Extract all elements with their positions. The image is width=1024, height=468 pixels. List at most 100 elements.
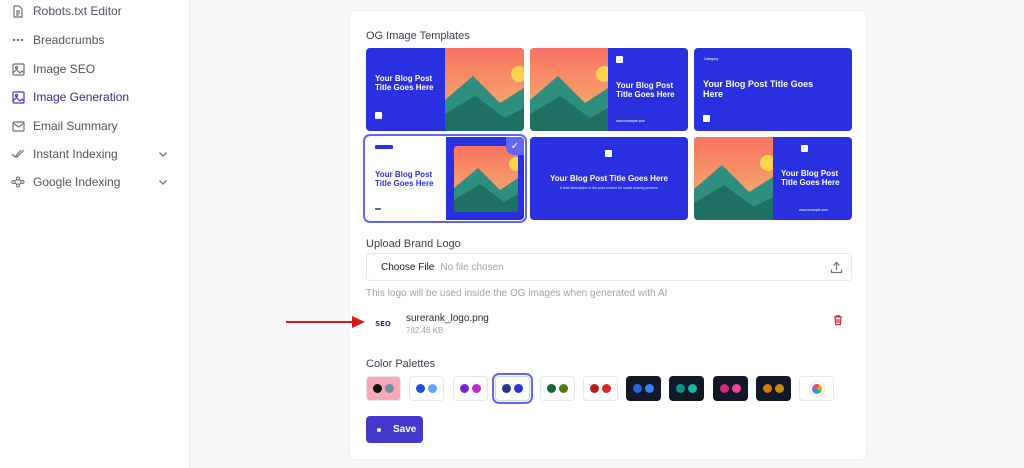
- sidebar-item-breadcrumbs[interactable]: Breadcrumbs: [11, 29, 181, 51]
- upload-logo-label: Upload Brand Logo: [366, 238, 461, 250]
- og-template-6[interactable]: Your Blog Post Title Goes Here www.examp…: [694, 137, 852, 220]
- mail-icon: [11, 119, 25, 133]
- sidebar-item-image-seo[interactable]: Image SEO: [11, 58, 181, 80]
- brand-logo-placeholder: [616, 56, 623, 63]
- color-palette-option[interactable]: [713, 376, 748, 401]
- upload-hint: This logo will be used inside the OG ima…: [366, 288, 668, 299]
- palette-color-dot: [559, 384, 568, 393]
- template-title: Your Blog Post Title Goes Here: [616, 81, 675, 99]
- palette-color-dot: [428, 384, 437, 393]
- sidebar-item-label: Email Summary: [33, 119, 118, 133]
- category-badge: [375, 145, 393, 149]
- image-icon: [11, 62, 25, 76]
- palette-color-dot: [645, 384, 654, 393]
- template-title: Your Blog Post Title Goes Here: [375, 170, 434, 188]
- sidebar-item-image-generation[interactable]: Image Generation: [11, 86, 181, 108]
- brand-logo-placeholder: [375, 112, 382, 119]
- landscape-image: [530, 48, 608, 131]
- sidebar-item-instant-indexing[interactable]: Instant Indexing: [11, 143, 181, 165]
- color-palette-option[interactable]: [756, 376, 791, 401]
- palette-color-dot: [602, 384, 611, 393]
- palette-color-dot: [385, 384, 394, 393]
- color-wheel-icon: [809, 381, 824, 396]
- dots-icon: [11, 33, 25, 47]
- logo-thumbnail-text: SEO: [375, 320, 391, 328]
- sidebar: Robots.txt Editor Breadcrumbs Image SEO …: [0, 0, 190, 468]
- logo-thumbnail: SEO: [372, 313, 394, 335]
- brand-logo-placeholder: [703, 115, 710, 122]
- sidebar-item-label: Image Generation: [33, 90, 130, 104]
- save-button-label: Save: [393, 424, 417, 435]
- template-title: Your Blog Post Title Goes Here: [550, 174, 668, 183]
- template-title: Your Blog Post Title Goes Here: [703, 79, 814, 99]
- color-palette-option[interactable]: [492, 373, 533, 404]
- palette-color-dot: [676, 384, 685, 393]
- custom-color-picker-button[interactable]: [799, 376, 834, 401]
- palette-color-dot: [472, 384, 481, 393]
- color-palette-option[interactable]: [583, 376, 618, 401]
- network-icon: [11, 175, 25, 189]
- og-template-5[interactable]: Your Blog Post Title Goes Here A brief d…: [530, 137, 688, 220]
- image-generation-card: OG Image Templates Your Blog Post Title …: [349, 10, 867, 460]
- template-description: A brief description of the post content …: [559, 186, 659, 190]
- no-file-text: No file chosen: [440, 261, 504, 273]
- double-check-icon: [11, 147, 25, 161]
- palette-color-dot: [732, 384, 741, 393]
- og-template-4[interactable]: Your Blog Post Title Goes Here ✓: [363, 134, 527, 223]
- save-button[interactable]: Save: [366, 416, 423, 443]
- chevron-down-icon[interactable]: [157, 148, 169, 160]
- save-bullet-icon: [377, 427, 381, 432]
- palette-color-dot: [416, 384, 425, 393]
- template-url: www.example.com: [616, 119, 646, 123]
- logo-mark: [375, 208, 381, 210]
- palette-color-dot: [460, 384, 469, 393]
- template-title: Your Blog Post Title Goes Here: [781, 169, 840, 187]
- template-url: www.example.com: [799, 208, 829, 212]
- palette-color-dot: [688, 384, 697, 393]
- trash-icon[interactable]: [832, 313, 844, 326]
- choose-file-button[interactable]: Choose File: [381, 262, 434, 273]
- color-palette-option[interactable]: [453, 376, 488, 401]
- palette-color-dot: [514, 384, 523, 393]
- color-palette-option[interactable]: [540, 376, 575, 401]
- sidebar-item-label: Instant Indexing: [33, 147, 118, 161]
- color-palette-option[interactable]: [669, 376, 704, 401]
- og-template-1[interactable]: Your Blog Post Title Goes Here: [366, 48, 524, 131]
- check-icon: ✓: [506, 137, 524, 155]
- file-size: 782.46 KB: [406, 326, 444, 335]
- brand-logo-placeholder: [605, 150, 612, 157]
- palette-color-dot: [775, 384, 784, 393]
- palette-color-dot: [720, 384, 729, 393]
- landscape-image: [454, 146, 518, 212]
- sidebar-item-label: Breadcrumbs: [33, 33, 105, 47]
- og-template-3[interactable]: Category Your Blog Post Title Goes Here: [694, 48, 852, 131]
- palette-color-dot: [763, 384, 772, 393]
- document-icon: [11, 4, 25, 18]
- file-name: surerank_logo.png: [406, 313, 489, 324]
- upload-icon[interactable]: [830, 261, 843, 274]
- palette-color-dot: [590, 384, 599, 393]
- logo-file-input[interactable]: Choose File No file chosen: [366, 253, 852, 281]
- color-palette-option[interactable]: [366, 376, 401, 401]
- sidebar-item-label: Image SEO: [33, 62, 96, 76]
- sidebar-item-google-indexing[interactable]: Google Indexing: [11, 171, 181, 193]
- red-arrow-annotation: [286, 316, 365, 328]
- color-palette-option[interactable]: [626, 376, 661, 401]
- color-palette-option[interactable]: [409, 376, 444, 401]
- palette-color-dot: [633, 384, 642, 393]
- chevron-down-icon[interactable]: [157, 176, 169, 188]
- brand-logo-placeholder: [801, 145, 808, 152]
- sidebar-item-email-summary[interactable]: Email Summary: [11, 115, 181, 137]
- template-title: Your Blog Post Title Goes Here: [375, 74, 434, 92]
- sidebar-item-robots-txt-editor[interactable]: Robots.txt Editor: [11, 0, 181, 22]
- og-template-2[interactable]: Your Blog Post Title Goes Here www.examp…: [530, 48, 688, 131]
- landscape-image: [694, 137, 773, 220]
- palette-color-dot: [373, 384, 382, 393]
- sidebar-item-label: Robots.txt Editor: [33, 4, 122, 18]
- uploaded-file-row: SEO surerank_logo.png 782.46 KB: [366, 309, 852, 341]
- og-templates-label: OG Image Templates: [366, 30, 470, 42]
- image-generation-icon: [11, 90, 25, 104]
- template-category: Category: [704, 57, 719, 61]
- landscape-image: [445, 48, 524, 131]
- palette-color-dot: [547, 384, 556, 393]
